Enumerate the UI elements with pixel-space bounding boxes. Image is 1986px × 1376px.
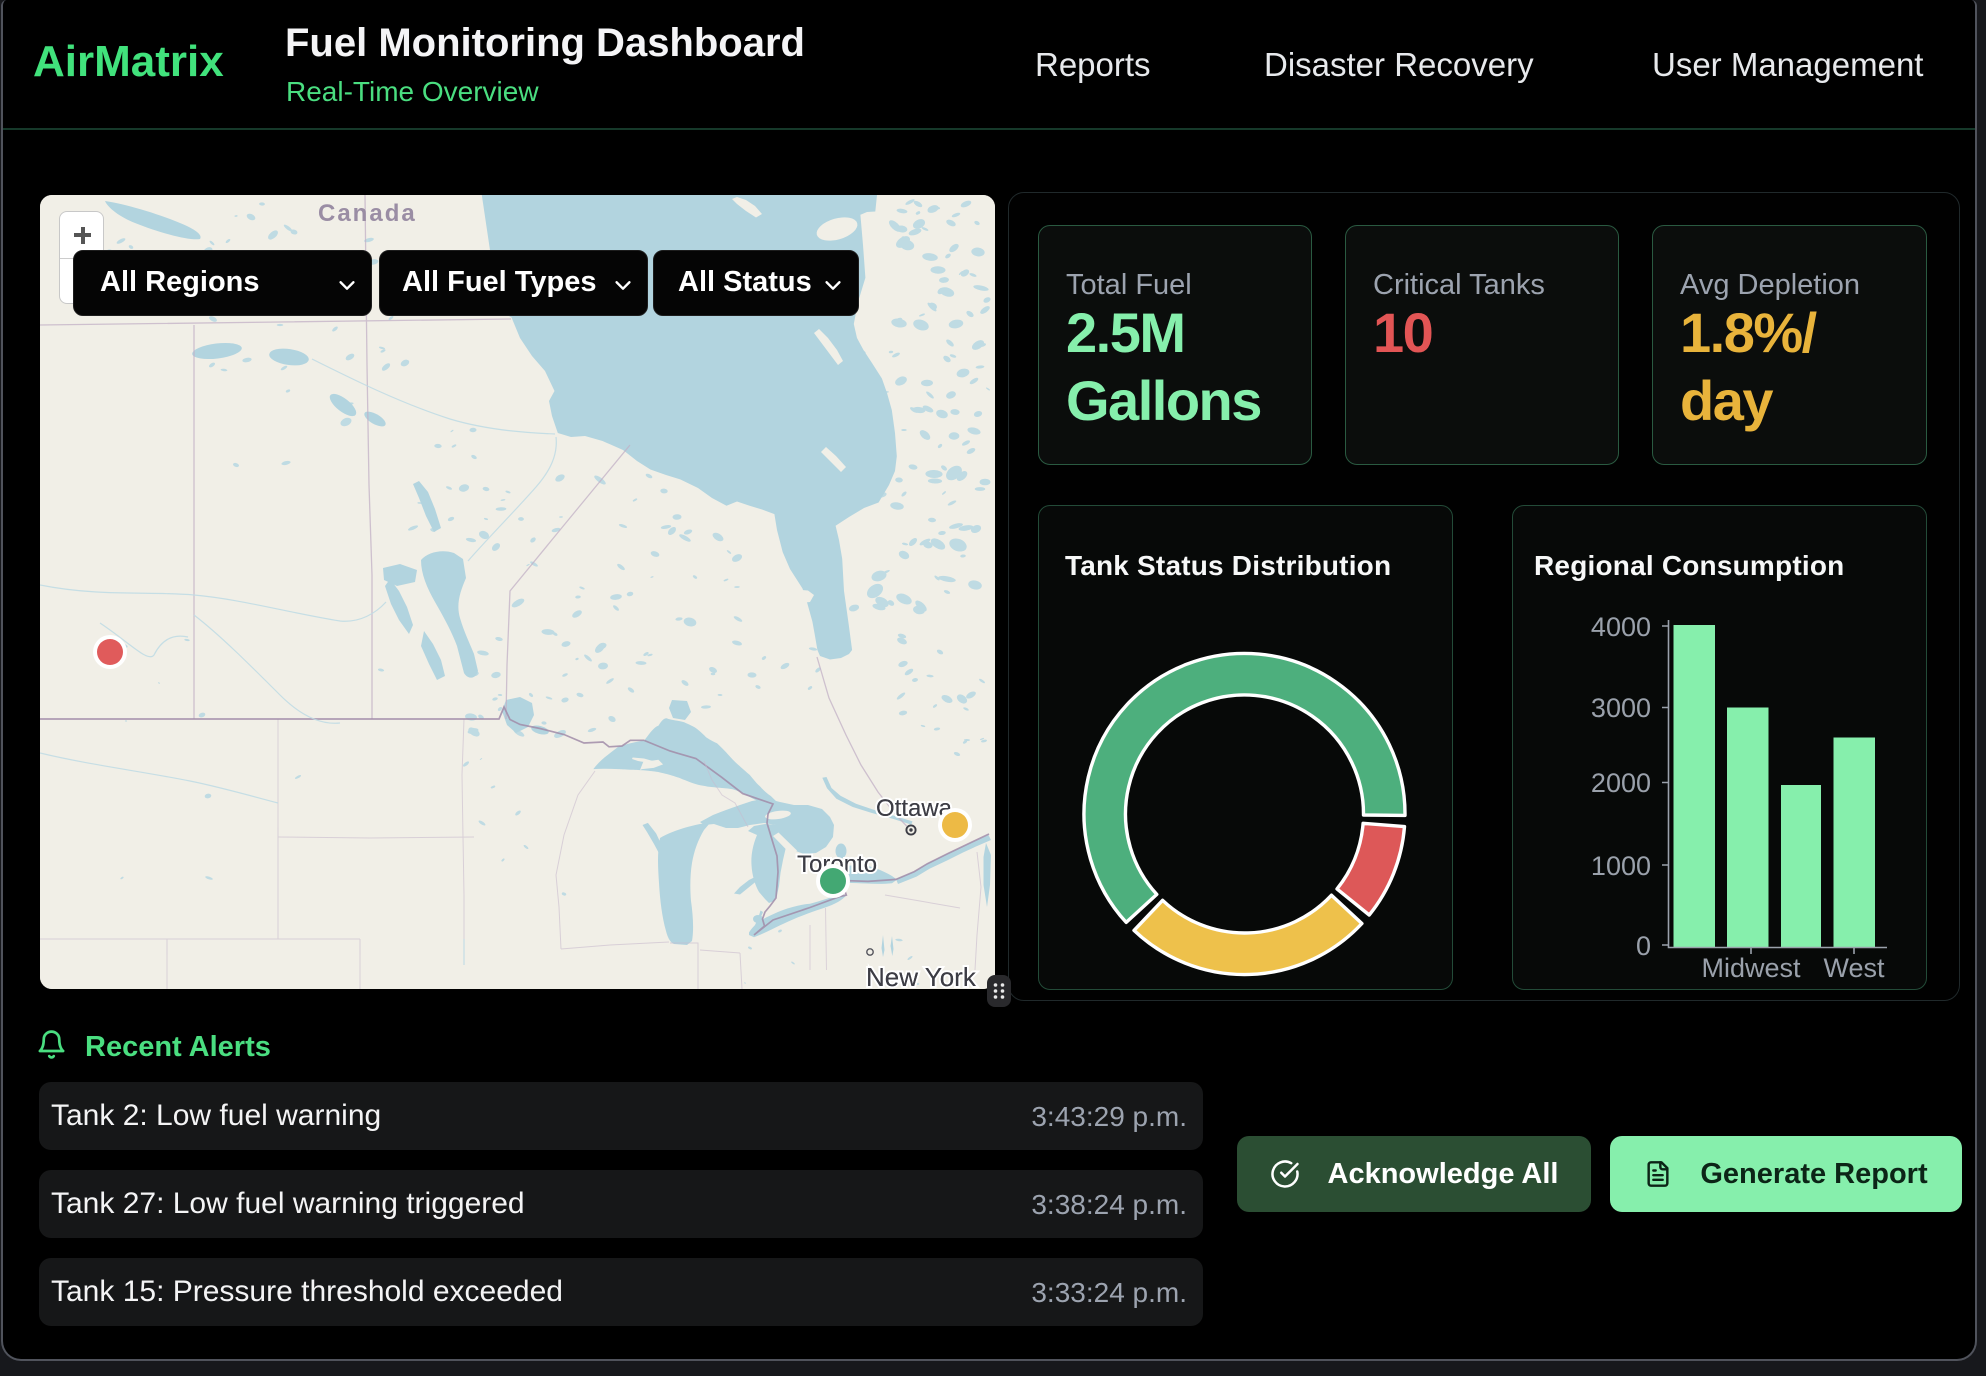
svg-text:4000: 4000 (1591, 612, 1651, 642)
svg-text:Canada: Canada (318, 200, 417, 227)
svg-text:Midwest: Midwest (1701, 953, 1801, 983)
svg-text:1000: 1000 (1591, 851, 1651, 881)
svg-text:New York: New York (866, 962, 977, 989)
svg-text:3000: 3000 (1591, 693, 1651, 723)
svg-text:0: 0 (1636, 931, 1651, 961)
svg-text:West: West (1823, 953, 1885, 983)
svg-text:2000: 2000 (1591, 768, 1651, 798)
